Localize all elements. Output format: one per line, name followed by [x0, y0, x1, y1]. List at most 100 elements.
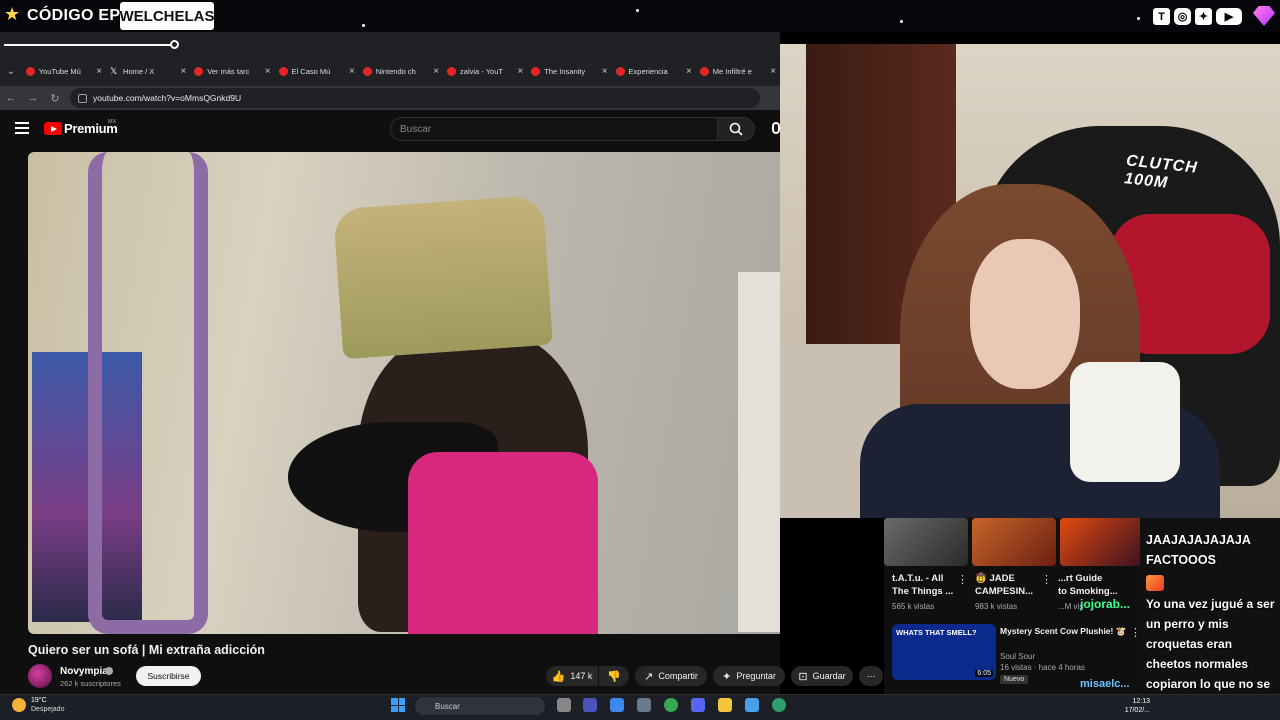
- taskbar-clock[interactable]: 12:13 17/02/...: [1110, 697, 1150, 715]
- webcam-mug: [1070, 362, 1180, 482]
- close-tab-icon[interactable]: ×: [770, 66, 776, 77]
- ask-button[interactable]: ✦ Preguntar: [713, 666, 785, 686]
- youtube-icon: [447, 66, 457, 76]
- close-tab-icon[interactable]: ×: [180, 66, 186, 77]
- browser-tab[interactable]: Ver más tarc ×: [190, 56, 274, 86]
- share-button[interactable]: ↗ Compartir: [635, 666, 707, 686]
- related-thumbnail[interactable]: [1060, 518, 1144, 566]
- video-player[interactable]: [28, 152, 780, 634]
- tab-label: Nintendo ch: [375, 66, 416, 76]
- instagram-icon: ◎: [1174, 8, 1191, 25]
- weather-moon-icon[interactable]: [12, 698, 26, 712]
- x-icon: 𝕏: [110, 65, 118, 76]
- browser-tab[interactable]: Me Infiltré e ×: [696, 56, 780, 86]
- webcam-feed: CLUTCH 100M: [780, 44, 1280, 518]
- video-scene-lampshade: [333, 194, 553, 360]
- settings-icon[interactable]: [637, 698, 651, 712]
- more-options-icon[interactable]: ⋮: [957, 573, 968, 586]
- browser-tab[interactable]: Experiencia ×: [612, 56, 696, 86]
- subscribe-button[interactable]: Suscribirse: [136, 666, 201, 686]
- star-icon: ★: [4, 4, 21, 24]
- thumbs-up-icon: 👍: [551, 670, 566, 683]
- related-title[interactable]: ...rt Guide: [1058, 572, 1102, 585]
- file-explorer-icon[interactable]: [718, 698, 732, 712]
- reload-button[interactable]: ↻: [44, 92, 66, 105]
- related-title[interactable]: The Things ...: [892, 585, 953, 598]
- close-tab-icon[interactable]: ×: [602, 66, 608, 77]
- photos-icon[interactable]: [745, 698, 759, 712]
- browser-tab[interactable]: 𝕏 Home / X ×: [106, 56, 190, 86]
- thumbs-down-icon: 👎: [607, 670, 621, 683]
- browser-tab-strip: ⌄ YouTube Mú × 𝕏 Home / X × Ver más tarc × El C…: [0, 56, 780, 86]
- discord-icon[interactable]: [691, 698, 705, 712]
- task-view-icon[interactable]: [557, 698, 571, 712]
- browser-tab[interactable]: The Insanity ×: [527, 56, 611, 86]
- related-thumbnail[interactable]: [884, 518, 968, 566]
- youtube-icon: [25, 66, 35, 76]
- video-title: Quiero ser un sofá | Mi extraña adicción: [28, 643, 265, 657]
- related-meta: 983 k vistas: [975, 602, 1018, 611]
- save-button[interactable]: ⊡ Guardar: [791, 666, 853, 686]
- browser-tab[interactable]: YouTube Mú ×: [22, 56, 106, 86]
- taskbar-search-input[interactable]: Buscar: [415, 697, 545, 715]
- more-options-icon[interactable]: ⋮: [1041, 573, 1052, 586]
- hamburger-menu-icon[interactable]: [15, 122, 29, 134]
- share-icon: ↗: [644, 670, 654, 683]
- search-button[interactable]: [717, 117, 755, 141]
- url-field[interactable]: youtube.com/watch?v=oMmsQGnkd9U: [70, 88, 760, 108]
- close-tab-icon[interactable]: ×: [96, 66, 102, 77]
- related-main-channel[interactable]: Soul Sour: [1000, 651, 1035, 662]
- channel-avatar[interactable]: [28, 664, 52, 688]
- dislike-button[interactable]: 👎: [599, 666, 629, 686]
- search-icon: [729, 122, 743, 136]
- obs-icon[interactable]: [772, 698, 786, 712]
- thumbnail-caption: WHATS THAT SMELL?: [896, 628, 977, 637]
- webcam-streamer-face: [970, 239, 1080, 389]
- close-tab-icon[interactable]: ×: [349, 66, 355, 77]
- back-button[interactable]: ←: [0, 92, 22, 104]
- bookmark-icon: ⊡: [798, 670, 808, 683]
- ask-label: Preguntar: [736, 671, 776, 681]
- search-input[interactable]: Buscar: [390, 117, 718, 141]
- browser-tab[interactable]: Nintendo ch ×: [359, 56, 443, 86]
- tab-label: Ver más tarc: [207, 66, 250, 76]
- related-thumbnail[interactable]: [972, 518, 1056, 566]
- share-label: Compartir: [658, 671, 698, 681]
- youtube-logo-icon[interactable]: [44, 122, 62, 135]
- channel-name[interactable]: Novympia: [60, 666, 108, 677]
- related-title[interactable]: t.A.T.u. - All: [892, 572, 943, 585]
- close-tab-icon[interactable]: ×: [433, 66, 439, 77]
- browser-tab[interactable]: zalvia - YouT ×: [443, 56, 527, 86]
- related-main-thumbnail[interactable]: WHATS THAT SMELL? 6:05: [892, 624, 996, 680]
- related-title[interactable]: 🤠 JADE: [975, 572, 1015, 585]
- related-meta: 565 k vistas: [892, 602, 935, 611]
- copilot-icon[interactable]: [610, 698, 624, 712]
- close-tab-icon[interactable]: ×: [686, 66, 692, 77]
- microphone-icon[interactable]: [772, 122, 780, 134]
- twitch-icon: T: [1153, 8, 1170, 25]
- more-actions-button[interactable]: ⋯: [859, 666, 883, 686]
- youtube-icon: [699, 66, 709, 76]
- chair-brand-text: CLUTCH 100M: [1123, 152, 1199, 192]
- browser-tab[interactable]: El Caso Mú ×: [275, 56, 359, 86]
- forward-button[interactable]: →: [22, 92, 44, 104]
- related-main-title[interactable]: Mystery Scent Cow Plushie! 🐮: [1000, 625, 1126, 638]
- browser-address-bar: ← → ↻ youtube.com/watch?v=oMmsQGnkd9U: [0, 86, 780, 110]
- tab-search-button[interactable]: ⌄: [0, 56, 22, 86]
- chrome-icon[interactable]: [664, 698, 678, 712]
- tab-label: Home / X: [123, 66, 155, 76]
- chat-emote-icon: [1146, 575, 1164, 591]
- youtube-icon: ▶: [1216, 8, 1242, 25]
- like-button[interactable]: 👍 147 k: [546, 666, 598, 686]
- site-info-icon[interactable]: [78, 93, 87, 103]
- close-tab-icon[interactable]: ×: [265, 66, 271, 77]
- related-title[interactable]: CAMPESIN...: [975, 585, 1033, 598]
- tab-label: Experiencia: [628, 66, 668, 76]
- youtube-icon: [615, 66, 625, 76]
- video-scene-dress: [408, 452, 598, 634]
- tab-label: zalvia - YouT: [460, 66, 503, 76]
- windows-start-icon[interactable]: [391, 698, 405, 712]
- close-tab-icon[interactable]: ×: [517, 66, 523, 77]
- video-scene-doorframe: [738, 272, 780, 632]
- teams-icon[interactable]: [583, 698, 597, 712]
